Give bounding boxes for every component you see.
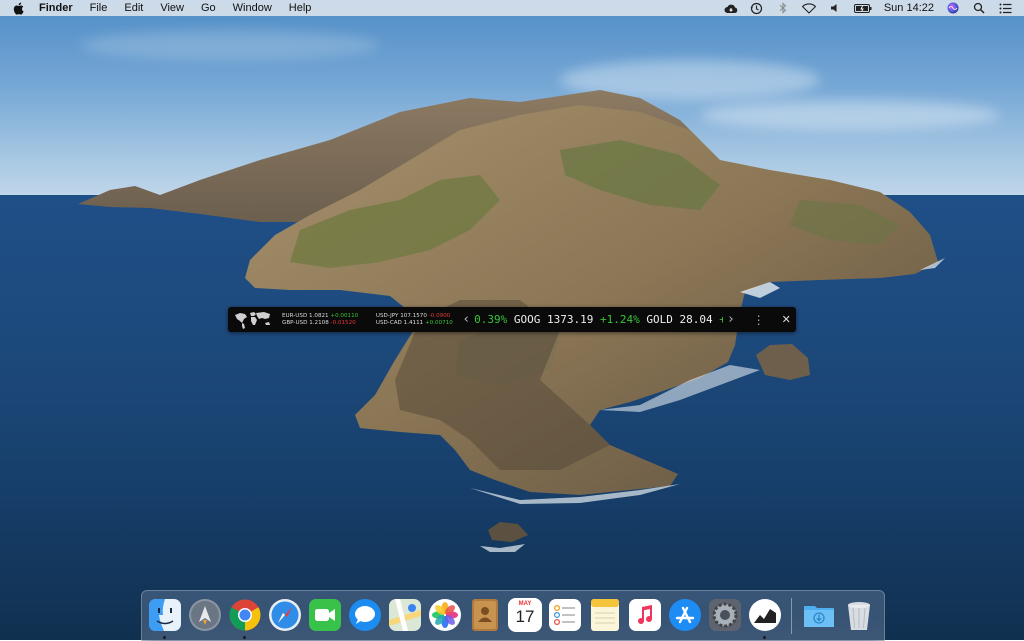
photos-icon xyxy=(429,599,461,631)
ticker-symbol: GOLD xyxy=(646,313,673,326)
ticker-change: +1.24% xyxy=(599,313,640,326)
stocks-icon xyxy=(749,599,781,631)
menu-clock[interactable]: Sun 14:22 xyxy=(884,2,934,14)
dock-launchpad[interactable] xyxy=(188,598,222,632)
dock-messages[interactable] xyxy=(348,598,382,632)
maps-icon xyxy=(389,599,421,631)
calendar-day: 17 xyxy=(515,607,535,626)
notes-icon xyxy=(591,599,619,631)
menu-view[interactable]: View xyxy=(160,2,184,14)
spotlight-icon[interactable] xyxy=(972,1,986,15)
menu-extras: Sun 14:22 xyxy=(724,0,1024,16)
menu-window[interactable]: Window xyxy=(233,2,272,14)
dock-music[interactable] xyxy=(628,598,662,632)
fx-rate[interactable]: EUR-USD 1.0821 +0.00110 xyxy=(282,313,364,319)
menu-go[interactable]: Go xyxy=(201,2,216,14)
apple-icon[interactable] xyxy=(13,1,27,15)
ticker-symbol: GOOG xyxy=(513,313,541,326)
running-indicator xyxy=(763,636,766,639)
world-map-icon xyxy=(232,309,274,330)
calendar-icon: MAY 17 xyxy=(508,598,542,632)
ticker-scroll-text: 0.39% GOOG 1373.19 +1.24% GOLD 28.04 +0 xyxy=(474,313,723,326)
dock-calendar[interactable]: MAY 17 xyxy=(508,598,542,632)
fx-rate[interactable]: GBP-USD 1.2108 -0.01520 xyxy=(282,320,364,326)
menu-file[interactable]: File xyxy=(90,2,108,14)
siri-icon[interactable] xyxy=(946,1,960,15)
fx-rate[interactable]: USD-JPY 107.1570 -0.0900 xyxy=(376,313,459,319)
dock-maps[interactable] xyxy=(388,598,422,632)
ticker-change: 0.39% xyxy=(474,313,508,326)
fx-rate[interactable]: USD-CAD 1.4111 +0.00710 xyxy=(376,320,459,326)
dock-downloads-folder[interactable] xyxy=(802,598,836,632)
ticker-price: 28.04 xyxy=(679,313,713,326)
reminders-icon xyxy=(549,599,581,631)
chrome-icon xyxy=(229,599,261,631)
time-machine-icon[interactable] xyxy=(750,1,764,15)
battery-icon[interactable] xyxy=(853,1,872,15)
finder-icon xyxy=(149,599,181,631)
ticker-price: 1373.19 xyxy=(547,313,594,326)
menu-edit[interactable]: Edit xyxy=(124,2,143,14)
dock-finder[interactable] xyxy=(148,598,182,632)
launchpad-icon xyxy=(189,599,221,631)
ticker-more-button[interactable]: ⋮ xyxy=(749,313,769,327)
menu-finder[interactable]: Finder xyxy=(39,2,73,14)
volume-icon[interactable] xyxy=(828,1,842,15)
downloads-folder-icon xyxy=(804,606,834,627)
dock-contacts[interactable] xyxy=(468,598,502,632)
contacts-icon xyxy=(472,599,498,631)
notification-center-icon[interactable] xyxy=(998,1,1012,15)
stock-ticker-widget[interactable]: EUR-USD 1.0821 +0.00110 USD-JPY 107.1570… xyxy=(228,307,796,332)
creative-cloud-icon[interactable] xyxy=(724,1,738,15)
dock-safari[interactable] xyxy=(268,598,302,632)
ticker-prev-button[interactable]: ‹ xyxy=(458,312,474,327)
bluetooth-icon[interactable] xyxy=(776,1,790,15)
dock-chrome[interactable] xyxy=(228,598,262,632)
dock-system-preferences[interactable] xyxy=(708,598,742,632)
ticker-next-button[interactable]: › xyxy=(723,312,739,327)
ticker-close-button[interactable]: ✕ xyxy=(776,313,796,326)
music-icon xyxy=(629,599,661,631)
messages-icon xyxy=(349,599,381,631)
calendar-month: MAY xyxy=(508,598,542,607)
dock-app-store[interactable] xyxy=(668,598,702,632)
facetime-icon xyxy=(309,599,341,631)
system-preferences-icon xyxy=(709,599,741,631)
menu-help[interactable]: Help xyxy=(289,2,312,14)
menu-bar: Finder File Edit View Go Window Help Sun… xyxy=(0,0,1024,16)
dock-notes[interactable] xyxy=(588,598,622,632)
safari-icon xyxy=(269,599,301,631)
running-indicator xyxy=(163,636,166,639)
app-store-icon xyxy=(669,599,701,631)
dock-reminders[interactable] xyxy=(548,598,582,632)
dock-stocks[interactable] xyxy=(748,598,782,632)
fx-rates-grid: EUR-USD 1.0821 +0.00110 USD-JPY 107.1570… xyxy=(282,313,458,326)
dock-separator xyxy=(791,598,792,634)
dock: MAY 17 xyxy=(141,590,885,641)
dock-trash[interactable] xyxy=(842,598,876,632)
trash-icon xyxy=(848,602,870,630)
running-indicator xyxy=(243,636,246,639)
dock-facetime[interactable] xyxy=(308,598,342,632)
wifi-icon[interactable] xyxy=(801,1,816,15)
dock-photos[interactable] xyxy=(428,598,462,632)
